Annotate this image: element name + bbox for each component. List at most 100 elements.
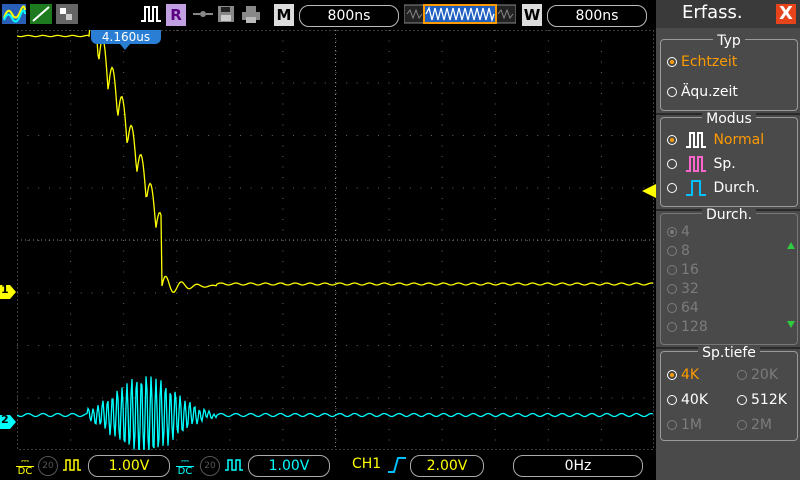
sptiefe-title: Sp.tiefe [698,345,760,361]
radio-icon [667,303,677,313]
bottom-status-bar: ⎓ DC 20 1.00V ⎓ DC 20 1.00V CH1 2.00V 0Hz [0,450,656,480]
radio-icon [737,395,747,405]
graticule [16,7,654,456]
trigger-edge-rising-icon[interactable] [387,455,407,479]
sptiefe-option-2m: 2M [737,415,772,435]
run-mode-badge: R [166,4,186,26]
radio-icon [667,265,677,275]
ch2-bw-limit-icon[interactable]: 20 [200,456,220,476]
ch1-scale-value[interactable]: 1.00V [88,455,170,477]
sptiefe-group[interactable]: Sp.tiefe 4K 20K 40K 512K 1M 2M [660,345,798,441]
option-label: 16 [681,262,699,278]
sptiefe-option-40k[interactable]: 40K [667,390,708,410]
ch2-marker-label: 2 [1,413,9,426]
radio-icon [737,420,747,430]
radio-selected-icon [667,227,677,237]
typ-group[interactable]: Typ Echtzeit Äqu.zeit [660,33,798,111]
typ-option-aequzeit[interactable]: Äqu.zeit [667,82,738,102]
option-label: 64 [681,300,699,316]
option-label: 2M [751,417,772,433]
option-label: 4 [681,224,690,240]
memory-position-bar[interactable] [404,3,516,25]
modus-option-spitze[interactable]: Sp. [667,154,736,174]
close-button[interactable]: X [776,4,796,24]
radio-icon [667,420,677,430]
top-status-bar: R M 800ns W 800ns [0,0,656,30]
ch2-scale-value[interactable]: 1.00V [248,455,330,477]
persist-display-icon[interactable] [56,3,78,25]
option-label: 4K [681,367,700,383]
sptiefe-option-1m: 1M [667,415,702,435]
option-label: Sp. [713,156,736,172]
radio-selected-icon [667,370,677,380]
ch1-offset-marker[interactable]: 1 [0,283,16,299]
radio-icon [667,183,677,193]
option-label: Echtzeit [681,54,738,70]
typ-option-echtzeit[interactable]: Echtzeit [667,52,737,72]
option-label: 32 [681,281,699,297]
menu-title: Erfass. [682,2,743,23]
modus-group[interactable]: Modus Normal Sp. Durch. [660,111,798,207]
print-icon[interactable] [240,3,262,25]
option-label: Normal [713,132,765,148]
window-timebase-value[interactable]: 800ns [547,5,647,27]
modus-option-durchschnitt[interactable]: Durch. [667,178,760,198]
durch-option-32: 32 [667,280,699,298]
modus-title: Modus [702,111,756,127]
main-timebase-label: M [274,4,294,26]
probe-icon [192,3,214,25]
typ-title: Typ [713,33,745,49]
option-label: 40K [681,392,708,408]
option-label: 8 [681,243,690,259]
radio-icon [667,284,677,294]
radio-icon [667,395,677,405]
ch2-invert-icon[interactable] [224,456,244,478]
ch1-coupling-dc-icon[interactable]: ⎓ DC [16,457,34,477]
main-timebase-value[interactable]: 800ns [299,5,399,27]
sptiefe-option-512k[interactable]: 512K [737,390,787,410]
trigger-source-label[interactable]: CH1 [352,456,381,472]
normal-mode-icon [686,132,707,148]
durch-group: Durch. 4 8 16 32 64 128 [660,207,798,345]
waveform-display[interactable]: 4.160us [16,7,654,456]
durch-option-4: 4 [667,223,690,241]
durch-option-16: 16 [667,261,699,279]
trigger-level-value[interactable]: 2.00V [410,455,484,477]
option-label: Durch. [713,180,760,196]
radio-icon [667,246,677,256]
durch-option-128: 128 [667,318,708,336]
durch-option-8: 8 [667,242,690,260]
radio-icon [667,322,677,332]
peak-mode-icon [686,156,707,172]
sptiefe-option-20k: 20K [737,365,778,385]
ch2-offset-marker[interactable]: 2 [0,413,16,429]
trigger-level-marker[interactable] [642,183,656,202]
ch1-marker-label: 1 [1,283,9,296]
vector-display-icon[interactable] [30,3,52,25]
menu-header: Erfass. X [656,0,800,28]
trigger-pulse-icon [140,3,162,25]
option-label: 512K [751,392,787,408]
radio-selected-icon [667,57,677,67]
ch2-coupling-dc-icon[interactable]: ⎓ DC [176,457,194,477]
option-label: 1M [681,417,702,433]
durch-option-64: 64 [667,299,699,317]
wave-display-icon[interactable] [2,3,26,25]
ch1-invert-icon[interactable] [62,456,82,478]
radio-icon [667,159,677,169]
radio-icon [737,370,747,380]
average-mode-icon [686,180,707,196]
scroll-down-icon [787,321,795,328]
window-timebase-label: W [522,4,542,26]
trigger-position-marker [120,44,130,50]
save-icon[interactable] [216,3,236,25]
ch1-bw-limit-icon[interactable]: 20 [38,456,58,476]
sptiefe-option-4k[interactable]: 4K [667,365,699,385]
acquire-menu: Erfass. X Typ Echtzeit Äqu.zeit Modus No… [656,0,800,480]
modus-option-normal[interactable]: Normal [667,130,764,150]
frequency-counter-value: 0Hz [513,455,643,477]
radio-icon [667,87,677,97]
scroll-up-icon [787,242,795,249]
trigger-position-label: 4.160us [91,30,161,44]
option-label: 20K [751,367,778,383]
